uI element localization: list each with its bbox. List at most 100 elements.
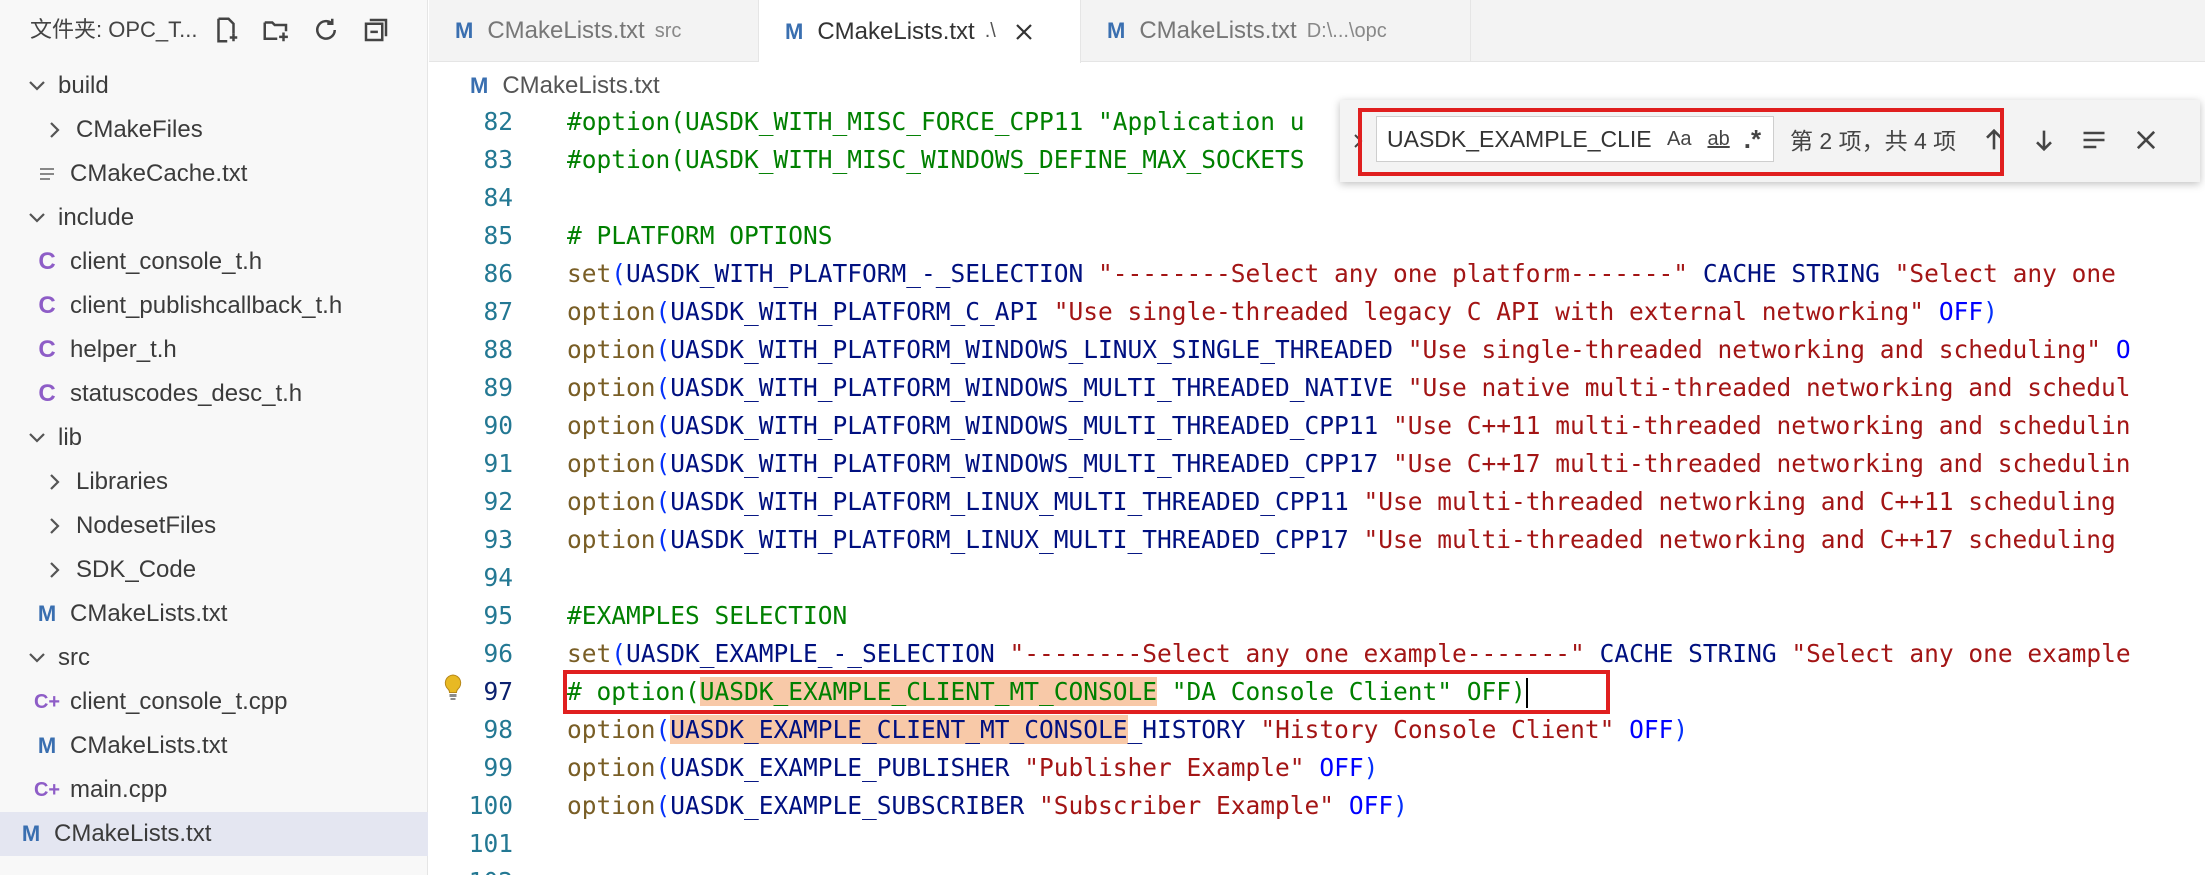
code-line[interactable]: 99 option(UASDK_EXAMPLE_PUBLISHER "Publis…: [429, 749, 2205, 787]
chevron-down-icon[interactable]: [26, 207, 48, 229]
highlight-box-line: [563, 670, 1610, 714]
cpp-file-icon: C+: [33, 690, 61, 713]
chevron-right-icon[interactable]: [44, 471, 66, 493]
code-token: UASDK_EXAMPLE_SUBSCRIBER: [670, 791, 1040, 820]
tree-item[interactable]: M CMakeLists.txt: [0, 724, 428, 768]
tree-item[interactable]: Cstatuscodes_desc_t.h: [0, 372, 428, 416]
code-line[interactable]: 88 option(UASDK_WITH_PLATFORM_WINDOWS_LIN…: [429, 331, 2205, 369]
code-text: option(UASDK_WITH_PLATFORM_C_API "Use si…: [567, 293, 1998, 331]
tree-item[interactable]: include: [0, 196, 428, 240]
code-line[interactable]: 100 option(UASDK_EXAMPLE_SUBSCRIBER "Subs…: [429, 787, 2205, 825]
code-text: option(UASDK_WITH_PLATFORM_WINDOWS_MULTI…: [567, 407, 2131, 445]
code-token: "Select any one: [1894, 259, 2116, 288]
tree-item[interactable]: CMakeCache.txt: [0, 152, 428, 196]
new-folder-icon[interactable]: [258, 12, 294, 48]
tree-item[interactable]: Chelper_t.h: [0, 328, 428, 372]
tree-item-label: client_publishcallback_t.h: [70, 292, 343, 319]
find-in-selection-icon[interactable]: [2076, 122, 2112, 158]
c-file-icon: C: [38, 292, 56, 319]
tree-item[interactable]: C+ main.cpp: [0, 768, 428, 812]
code-line[interactable]: 85 # PLATFORM OPTIONS: [429, 217, 2205, 255]
code-line[interactable]: 94: [429, 559, 2205, 597]
code-token: OFF: [1924, 297, 1984, 326]
chevron-right-icon[interactable]: [44, 559, 66, 581]
tree-item[interactable]: Cclient_publishcallback_t.h: [0, 284, 428, 328]
code-token: (: [655, 411, 671, 440]
code-token: "--------Select any one platform-------": [1098, 259, 1689, 288]
code-line[interactable]: 95 #EXAMPLES SELECTION: [429, 597, 2205, 635]
code-line[interactable]: 96 set(UASDK_EXAMPLE_-_SELECTION "-------…: [429, 635, 2205, 673]
code-line[interactable]: 90 option(UASDK_WITH_PLATFORM_WINDOWS_MUL…: [429, 407, 2205, 445]
code-token: "Subscriber Example": [1039, 791, 1335, 820]
code-token: UASDK_WITH_PLATFORM_-_SELECTION: [626, 259, 1099, 288]
tree-item[interactable]: lib: [0, 416, 428, 460]
code-token: OFF: [1334, 791, 1394, 820]
chevron-down-icon[interactable]: [26, 427, 48, 449]
tree-item[interactable]: CMakeFiles: [0, 108, 428, 152]
new-file-icon[interactable]: [208, 12, 244, 48]
chevron-down-icon[interactable]: [26, 75, 48, 97]
code-token: UASDK_WITH_PLATFORM_LINUX_MULTI_THREADED…: [670, 525, 1364, 554]
cmake-file-icon: M: [1107, 18, 1126, 43]
code-token: (: [655, 753, 671, 782]
code-token: option: [567, 525, 656, 554]
code-token: #option(UASDK_WITH_MISC_FORCE_CPP11 "App…: [567, 107, 1305, 136]
tab-cmakelists-src[interactable]: M CMakeLists.txt src: [429, 0, 759, 62]
code-token: option: [567, 411, 656, 440]
breadcrumb-file[interactable]: CMakeLists.txt: [502, 72, 659, 100]
code-token: UASDK_WITH_PLATFORM_WINDOWS_MULTI_THREAD…: [670, 449, 1394, 478]
code-token: OFF: [1304, 753, 1364, 782]
tree-item[interactable]: M CMakeLists.txt: [0, 592, 428, 636]
breadcrumb[interactable]: M CMakeLists.txt: [470, 66, 660, 106]
close-find-icon[interactable]: [2128, 122, 2164, 158]
collapse-all-icon[interactable]: [358, 12, 394, 48]
code-line[interactable]: 98 option(UASDK_EXAMPLE_CLIENT_MT_CONSOLE…: [429, 711, 2205, 749]
code-token: CACHE STRING: [1688, 259, 1895, 288]
code-line[interactable]: 87 option(UASDK_WITH_PLATFORM_C_API "Use …: [429, 293, 2205, 331]
code-token: option: [567, 297, 656, 326]
tree-item[interactable]: SDK_Code: [0, 548, 428, 592]
code-token: option: [567, 487, 656, 516]
chevron-right-icon[interactable]: [44, 119, 66, 141]
code-token: set: [567, 259, 612, 288]
code-line[interactable]: 89 option(UASDK_WITH_PLATFORM_WINDOWS_MUL…: [429, 369, 2205, 407]
code-line[interactable]: 93 option(UASDK_WITH_PLATFORM_LINUX_MULTI…: [429, 521, 2205, 559]
refresh-icon[interactable]: [308, 12, 344, 48]
tree-item[interactable]: M CMakeLists.txt: [0, 812, 428, 856]
tree-item[interactable]: Cclient_console_t.h: [0, 240, 428, 284]
tab-cmakelists-root[interactable]: M CMakeLists.txt .\: [759, 0, 1081, 63]
tree-item[interactable]: NodesetFiles: [0, 504, 428, 548]
line-number: 86: [483, 259, 513, 288]
tree-item[interactable]: src: [0, 636, 428, 680]
highlight-box-find: [1358, 108, 2004, 176]
code-line[interactable]: 91 option(UASDK_WITH_PLATFORM_WINDOWS_MUL…: [429, 445, 2205, 483]
code-text: option(UASDK_WITH_PLATFORM_LINUX_MULTI_T…: [567, 483, 2116, 521]
chevron-right-icon[interactable]: [44, 515, 66, 537]
chevron-down-icon[interactable]: [26, 647, 48, 669]
code-line[interactable]: 101: [429, 825, 2205, 863]
code-token: (: [655, 449, 671, 478]
code-token: #option(UASDK_WITH_MISC_WINDOWS_DEFINE_M…: [567, 145, 1305, 174]
lightbulb-icon[interactable]: [442, 673, 464, 703]
code-text: #EXAMPLES SELECTION: [567, 597, 847, 635]
line-number: 90: [483, 411, 513, 440]
tree-item[interactable]: C+ client_console_t.cpp: [0, 680, 428, 724]
code-line[interactable]: 84: [429, 179, 2205, 217]
tab-cmakelists-opc[interactable]: M CMakeLists.txt D:\...\opc: [1081, 0, 1471, 62]
code-line[interactable]: 102: [429, 863, 2205, 875]
code-token: "Use single-threaded networking and sche…: [1407, 335, 2102, 364]
line-number: 95: [483, 601, 513, 630]
code-line[interactable]: 92 option(UASDK_WITH_PLATFORM_LINUX_MULTI…: [429, 483, 2205, 521]
next-match-icon[interactable]: [2026, 122, 2062, 158]
tree-item-label: client_console_t.cpp: [70, 688, 288, 715]
tab-description: src: [654, 19, 682, 42]
tree-item[interactable]: build: [0, 64, 428, 108]
tree-item[interactable]: Libraries: [0, 460, 428, 504]
tab-description: D:\...\opc: [1306, 19, 1387, 42]
code-line[interactable]: 86 set(UASDK_WITH_PLATFORM_-_SELECTION "-…: [429, 255, 2205, 293]
tree-item-label: NodesetFiles: [76, 512, 217, 539]
code-editor[interactable]: 82 #option(UASDK_WITH_MISC_FORCE_CPP11 "A…: [429, 103, 2205, 875]
code-token: option: [567, 373, 656, 402]
explorer-folder-title: 文件夹: OPC_T...: [30, 17, 198, 42]
close-icon[interactable]: [1010, 18, 1038, 46]
